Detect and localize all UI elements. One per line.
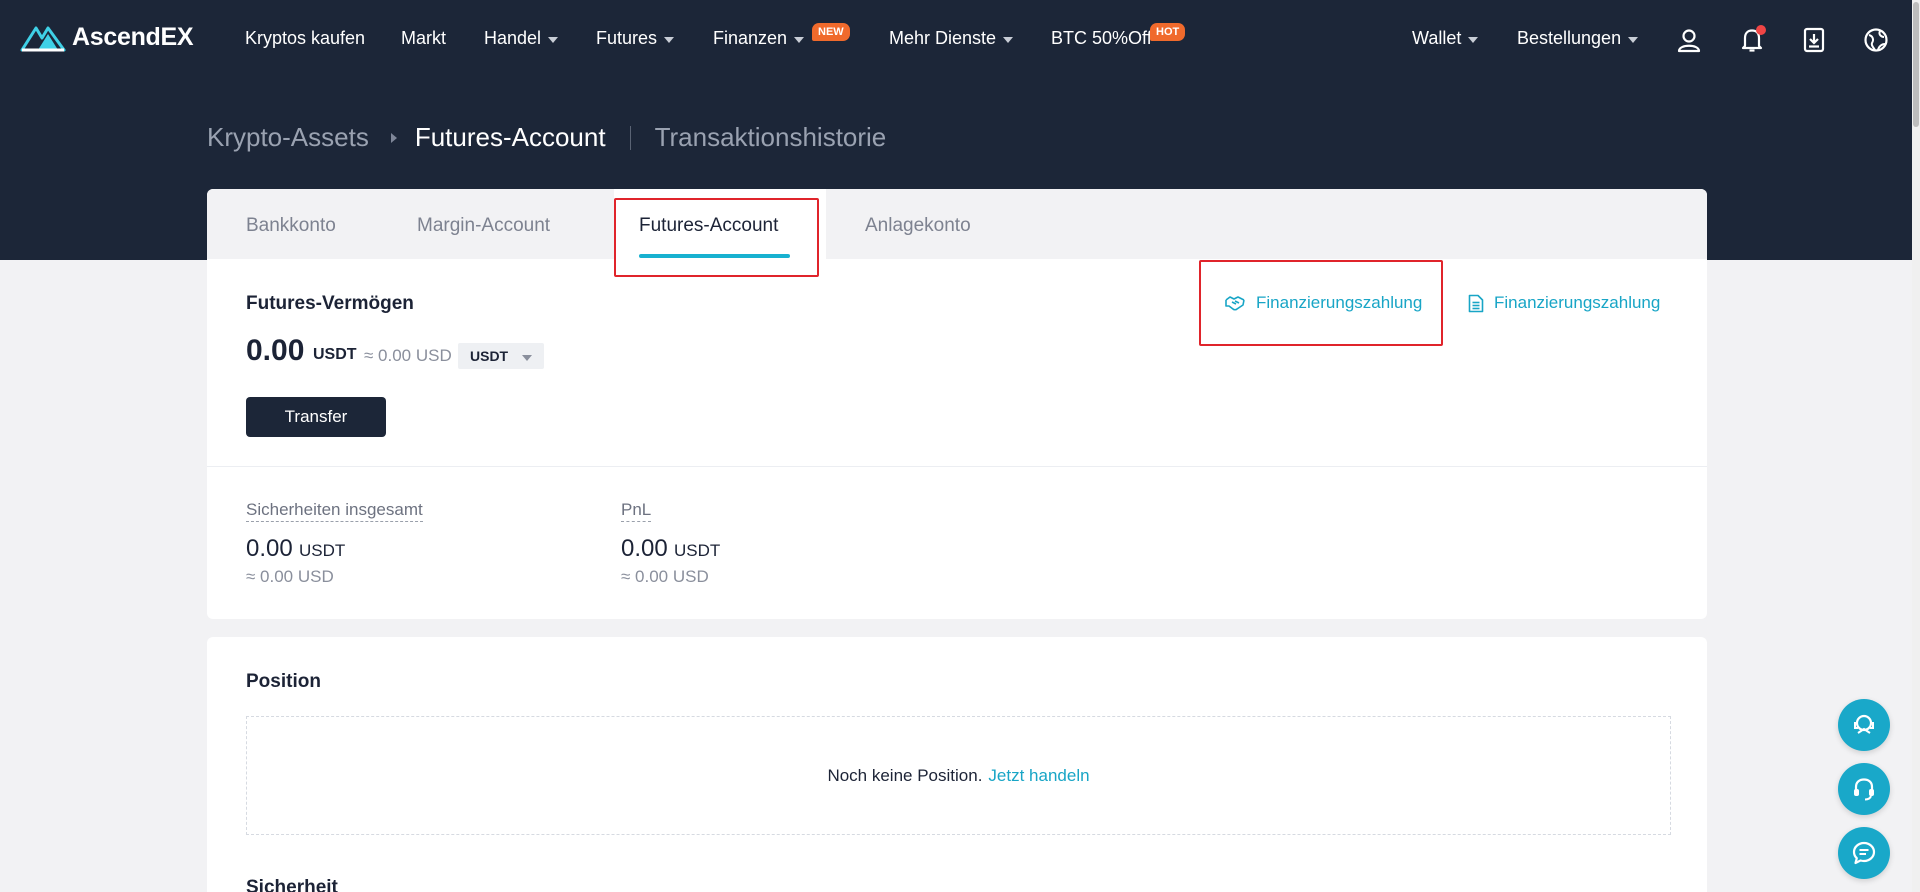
top-navbar: AscendEX Kryptos kaufen Markt Handel Fut… <box>0 0 1920 80</box>
pnl-unit: USDT <box>674 541 721 560</box>
position-title: Position <box>246 671 321 692</box>
nav-finanzen[interactable]: Finanzen <box>713 28 805 49</box>
futures-assets-title: Futures-Vermögen <box>246 293 414 314</box>
chevron-down-icon <box>548 37 559 43</box>
pnl-value: 0.00 <box>621 535 668 562</box>
nav-bestellungen[interactable]: Bestellungen <box>1517 28 1639 49</box>
currency-select-value: USDT <box>470 348 509 364</box>
nav-btc-offer[interactable]: BTC 50%Off <box>1051 28 1152 49</box>
chevron-down-icon <box>1468 37 1479 43</box>
bell-icon[interactable] <box>1737 25 1767 55</box>
account-tabs: Bankkonto Margin-Account Futures-Account… <box>207 189 1707 259</box>
nav-handel[interactable]: Handel <box>484 28 559 49</box>
nav-wallet[interactable]: Wallet <box>1412 28 1479 49</box>
notification-dot <box>1756 25 1766 35</box>
headset-button[interactable] <box>1838 763 1890 815</box>
document-icon <box>1468 294 1484 312</box>
highlight-box-tab <box>614 198 819 277</box>
transaction-history-link[interactable]: Transaktionshistorie <box>655 122 887 153</box>
nav-label: BTC 50%Off <box>1051 28 1152 48</box>
nav-mehr-dienste[interactable]: Mehr Dienste <box>889 28 1014 49</box>
new-badge: NEW <box>812 23 850 41</box>
futures-assets-approx: ≈ 0.00 USD <box>364 346 452 365</box>
breadcrumb: Krypto-Assets Futures-Account Transaktio… <box>207 122 886 153</box>
trade-now-link[interactable]: Jetzt handeln <box>988 766 1089 786</box>
currency-select[interactable]: USDT <box>458 343 545 369</box>
chevron-down-icon <box>1628 37 1639 43</box>
chat-bubble-icon <box>1852 841 1876 865</box>
chevron-down-icon <box>664 37 675 43</box>
security-title: Sicherheit <box>246 877 338 892</box>
nav-kryptos-kaufen[interactable]: Kryptos kaufen <box>245 28 365 49</box>
nav-markt[interactable]: Markt <box>401 28 446 49</box>
futures-assets-amount: 0.00 <box>246 334 305 367</box>
nav-label: Finanzen <box>713 28 788 48</box>
total-collateral-value: 0.00 <box>246 535 293 562</box>
tab-anlagekonto[interactable]: Anlagekonto <box>865 215 971 237</box>
tab-bankkonto[interactable]: Bankkonto <box>246 215 336 237</box>
pnl-label[interactable]: PnL <box>621 500 652 522</box>
highlight-box-funding <box>1199 260 1443 346</box>
breadcrumb-current: Futures-Account <box>414 122 606 152</box>
chevron-down-icon <box>794 37 805 43</box>
breadcrumb-divider <box>629 125 631 150</box>
nav-futures[interactable]: Futures <box>596 28 675 49</box>
nav-label: Bestellungen <box>1517 28 1622 48</box>
funding-payment-label: Finanzierungszahlung <box>1494 293 1661 312</box>
chat-button[interactable] <box>1838 827 1890 879</box>
total-collateral-unit: USDT <box>299 541 346 560</box>
brand-name: AscendEX <box>72 22 194 51</box>
transfer-button[interactable]: Transfer <box>246 397 386 437</box>
nav-label: Futures <box>596 28 658 48</box>
nav-label: Wallet <box>1412 28 1462 48</box>
brand-logo[interactable]: AscendEX <box>20 22 194 52</box>
logo-icon <box>20 26 66 52</box>
scrollbar-thumb[interactable] <box>1913 2 1919 127</box>
total-collateral-approx: ≈ 0.00 USD <box>246 567 334 586</box>
section-divider <box>207 466 1707 467</box>
support-agent-icon <box>1854 714 1874 734</box>
chevron-down-icon <box>522 354 533 361</box>
hot-badge: HOT <box>1150 23 1186 41</box>
position-empty-state: Noch keine Position. Jetzt handeln <box>246 716 1671 835</box>
nav-label: Handel <box>484 28 542 48</box>
pnl-approx: ≈ 0.00 USD <box>621 567 709 586</box>
headset-icon <box>1854 778 1874 801</box>
no-position-text: Noch keine Position. <box>827 765 983 785</box>
nav-label: Mehr Dienste <box>889 28 997 48</box>
globe-icon[interactable] <box>1861 25 1891 55</box>
page-scrollbar[interactable] <box>1912 0 1920 892</box>
support-agent-button[interactable] <box>1838 699 1890 751</box>
user-icon[interactable] <box>1674 25 1704 55</box>
nav-label: Markt <box>401 28 446 48</box>
total-collateral-label[interactable]: Sicherheiten insgesamt <box>246 500 423 522</box>
tab-margin-account[interactable]: Margin-Account <box>417 215 550 237</box>
position-card: Position Noch keine Position. Jetzt hand… <box>207 637 1707 892</box>
breadcrumb-root[interactable]: Krypto-Assets <box>207 122 369 153</box>
chevron-down-icon <box>1003 37 1014 43</box>
funding-payment-link-2[interactable]: Finanzierungszahlung <box>1468 293 1660 313</box>
breadcrumb-arrow-icon <box>390 132 397 143</box>
futures-assets-unit: USDT <box>313 346 357 363</box>
nav-label: Kryptos kaufen <box>245 28 366 48</box>
futures-account-card: Bankkonto Margin-Account Futures-Account… <box>207 189 1707 619</box>
download-icon[interactable] <box>1799 25 1829 55</box>
